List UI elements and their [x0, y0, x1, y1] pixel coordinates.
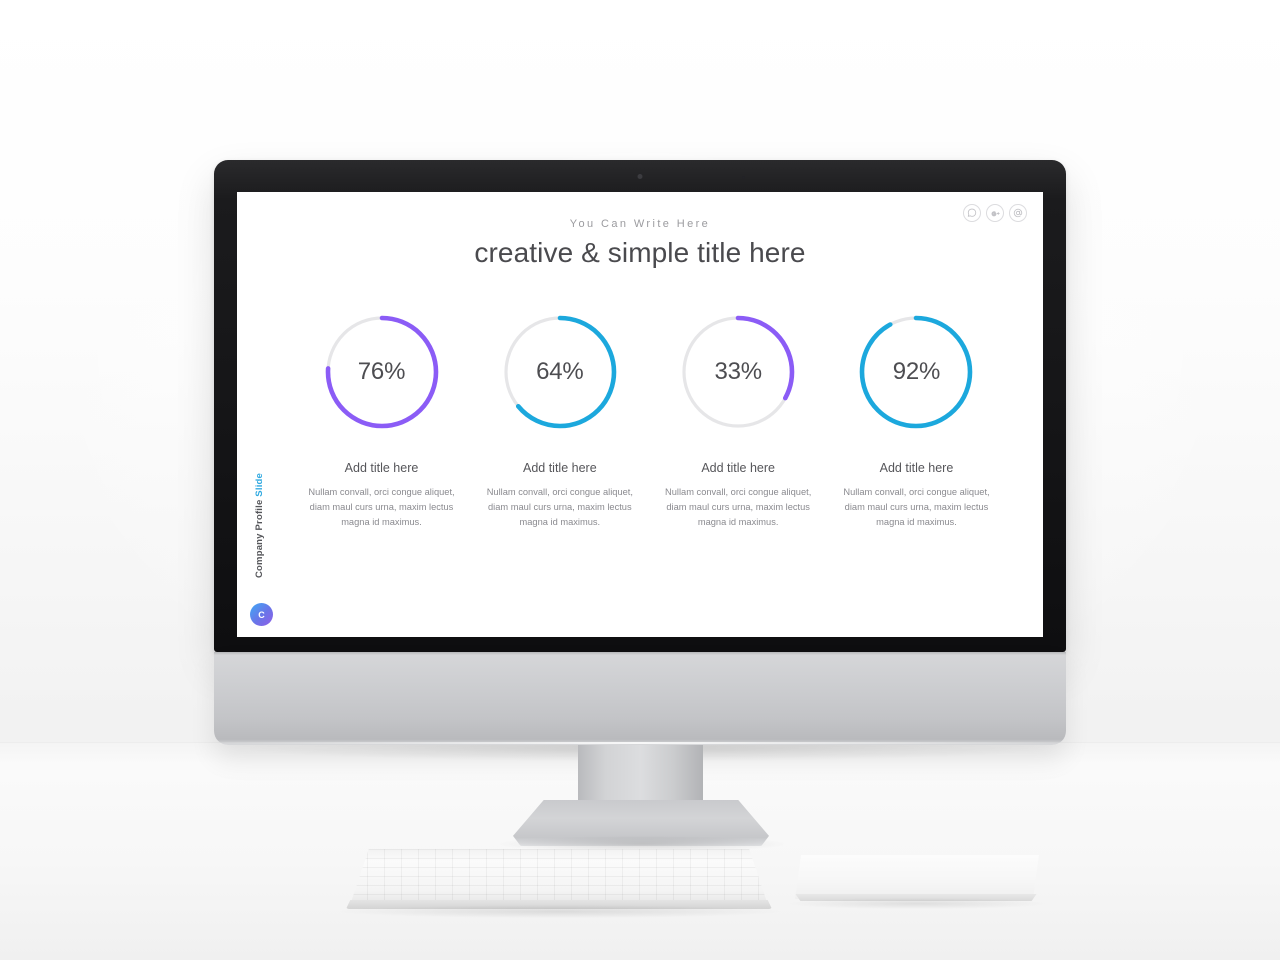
column-body: Nullam convall, orci congue aliquet, dia… — [486, 487, 633, 528]
sidebar-label-main: Company Profile — [254, 496, 266, 578]
stat-column: 92% Add title here Nullam convall, orci co… — [834, 310, 999, 530]
stats-columns: 76% Add title here Nullam convall, orci co… — [299, 310, 999, 530]
donut-chart: 64% — [498, 310, 622, 434]
slide-eyebrow: You Can Write Here — [569, 218, 711, 230]
trackpad-shadow — [788, 898, 1046, 909]
desk-scene: You Can Write Here creative & simple tit… — [0, 0, 1280, 960]
stat-column: 64% Add title here Nullam convall, orci co… — [477, 310, 642, 530]
webcam-icon — [637, 174, 643, 179]
chin-edge — [220, 742, 1060, 744]
donut-value-label: 33% — [714, 358, 762, 385]
donut-value-label: 76% — [357, 358, 406, 385]
column-body: Nullam convall, orci congue aliquet, dia… — [843, 487, 990, 528]
page-title: creative & simple title here — [474, 237, 806, 268]
monitor-chin — [214, 652, 1066, 745]
brand-badge: C — [250, 603, 273, 626]
monitor-screen: You Can Write Here creative & simple tit… — [237, 192, 1043, 637]
trackpad — [795, 855, 1039, 899]
presentation-slide: You Can Write Here creative & simple tit… — [237, 192, 1043, 637]
donut-value-label: 92% — [892, 358, 941, 385]
column-title: Add title here — [522, 461, 597, 475]
column-title: Add title here — [701, 461, 775, 475]
imac-monitor: You Can Write Here creative & simple tit… — [214, 160, 1066, 745]
column-title: Add title here — [344, 461, 419, 475]
sensor-icon — [742, 176, 746, 179]
keyboard — [350, 849, 768, 905]
keyboard-keys — [350, 849, 768, 905]
column-body: Nullam convall, orci congue aliquet, dia… — [665, 487, 812, 528]
donut-chart: 92% — [854, 310, 978, 434]
column-body: Nullam convall, orci congue aliquet, dia… — [308, 487, 455, 528]
sidebar-label-accent: Slide — [254, 472, 266, 497]
stat-column: 33% Add title here Nullam convall, orci co… — [656, 310, 821, 530]
sidebar-vertical-label: Company Profile Slide — [252, 460, 268, 590]
donut-chart: 33% — [676, 310, 800, 434]
keyboard-shadow — [340, 905, 780, 918]
chin-shade — [214, 652, 1066, 655]
donut-value-label: 64% — [536, 358, 584, 385]
column-title: Add title here — [879, 461, 954, 475]
stat-column: 76% Add title here Nullam convall, orci co… — [299, 310, 464, 530]
monitor-stand-neck — [578, 745, 703, 807]
donut-chart: 76% — [320, 310, 444, 434]
monitor-bezel: You Can Write Here creative & simple tit… — [214, 160, 1066, 652]
